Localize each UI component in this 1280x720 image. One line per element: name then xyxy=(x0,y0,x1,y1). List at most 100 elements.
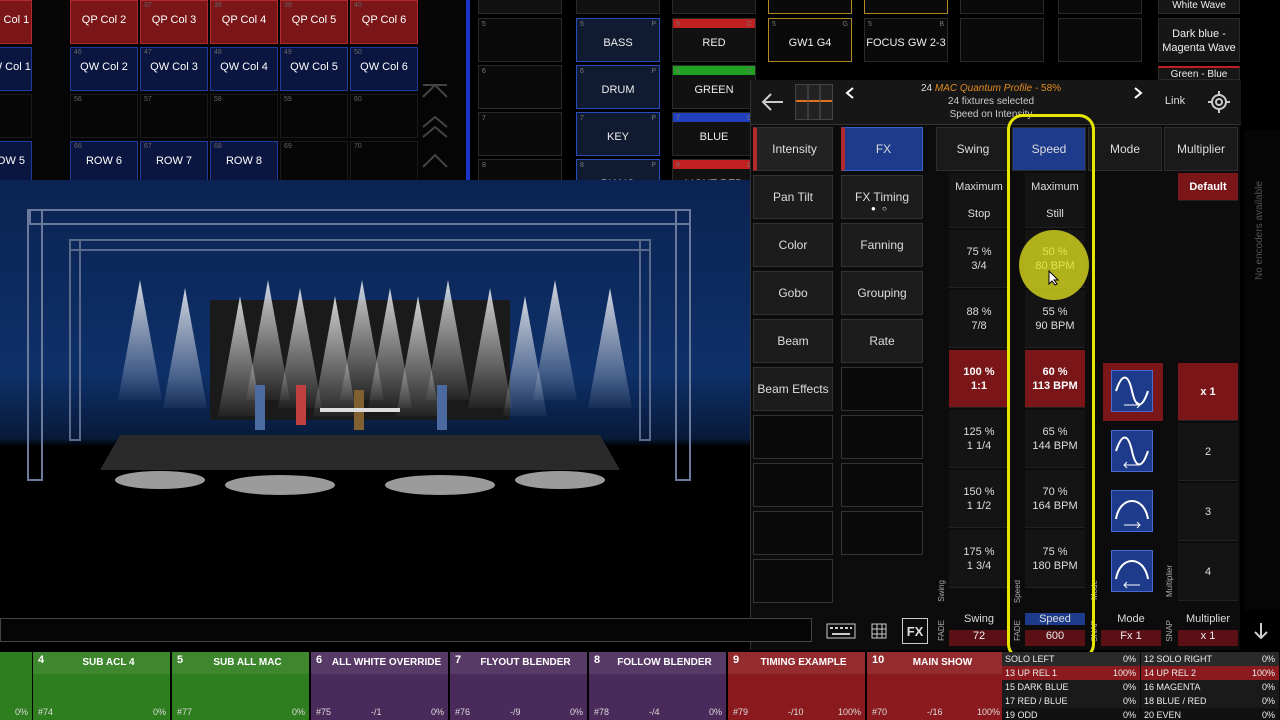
down-arrow-icon[interactable] xyxy=(1250,618,1272,644)
fixture-group-button[interactable]: 59 xyxy=(280,94,348,138)
fixture-group-button[interactable]: 58 xyxy=(210,94,278,138)
empty-button[interactable] xyxy=(753,511,833,555)
slot-partial[interactable] xyxy=(672,0,756,14)
grid-icon[interactable] xyxy=(868,618,890,644)
fixture-group-button[interactable]: QP Col 2 xyxy=(70,0,138,44)
slot-partial[interactable] xyxy=(576,0,660,14)
playback-fader[interactable]: 8 FOLLOW BLENDER #78 -/4 0% xyxy=(589,652,727,720)
empty-button[interactable] xyxy=(841,367,923,411)
slot-empty[interactable] xyxy=(960,0,1044,14)
playback-fader[interactable]: 0% xyxy=(0,652,33,720)
fixture-group-button[interactable]: 37 QP Col 3 xyxy=(140,0,208,44)
chevron-right-icon[interactable] xyxy=(1131,86,1145,100)
fixture-group-button[interactable]: 70 xyxy=(350,141,418,185)
empty-button[interactable] xyxy=(753,463,833,507)
slot-partial[interactable] xyxy=(768,0,852,14)
sub-list-item[interactable]: 19 ODD 0% xyxy=(1002,708,1140,720)
fx-category-color[interactable]: Color xyxy=(753,223,833,267)
fixture-group-button[interactable]: QP Col 1 xyxy=(0,0,32,44)
playback-fader[interactable]: 7 FLYOUT BLENDER #76 -/9 0% xyxy=(450,652,588,720)
fx-option-rate[interactable]: Rate xyxy=(841,319,923,363)
slot-partial[interactable] xyxy=(864,0,948,14)
sub-list-item[interactable]: 20 EVEN 0% xyxy=(1141,708,1279,720)
instrument-button[interactable]: 6 P DRUM xyxy=(576,65,660,109)
playback-fader[interactable]: 9 TIMING EXAMPLE #79 -/10 100% xyxy=(728,652,866,720)
playback-fader[interactable]: 4 SUB ACL 4 #74 0% xyxy=(33,652,171,720)
sub-list-item[interactable]: 17 RED / BLUE 0% xyxy=(1002,694,1140,708)
fixture-group-button[interactable]: 57 xyxy=(140,94,208,138)
playback-fader[interactable]: 5 SUB ALL MAC #77 0% xyxy=(172,652,310,720)
instrument-button[interactable]: 7 P KEY xyxy=(576,112,660,156)
swing-maximum[interactable]: Maximum xyxy=(949,173,1009,201)
column-mode[interactable]: Mode xyxy=(1088,127,1162,171)
fixture-group-button[interactable]: 39 QP Col 5 xyxy=(280,0,348,44)
command-line-input[interactable] xyxy=(0,618,812,642)
wave-preset-button[interactable]: Dark blue - Magenta Wave xyxy=(1158,18,1240,62)
sub-list-item[interactable]: 16 MAGENTA 0% xyxy=(1141,680,1279,694)
mode-arc-forward-icon[interactable] xyxy=(1111,490,1153,532)
empty-slot-button[interactable]: 5 xyxy=(478,18,562,62)
multiplier-option[interactable]: 4 xyxy=(1178,543,1238,601)
footer-value-multiplier[interactable]: x 1 xyxy=(1178,630,1238,646)
fx-category-beam[interactable]: Beam xyxy=(753,319,833,363)
empty-button[interactable] xyxy=(841,511,923,555)
empty-button[interactable] xyxy=(753,415,833,459)
slot-empty[interactable] xyxy=(1058,18,1142,62)
swing-option[interactable]: 100 % 1:1 xyxy=(949,350,1009,408)
sub-list-item[interactable]: 13 UP REL 1 100% xyxy=(1002,666,1140,680)
slot-partial[interactable] xyxy=(478,0,562,14)
empty-button[interactable] xyxy=(753,559,833,603)
multiplier-option[interactable]: 2 xyxy=(1178,423,1238,481)
column-swing[interactable]: Swing xyxy=(936,127,1010,171)
swing-option[interactable]: 75 % 3/4 xyxy=(949,230,1009,288)
multiplier-default[interactable]: Default xyxy=(1178,173,1238,201)
wave-preset-button[interactable]: White Wave xyxy=(1158,0,1240,14)
slot-empty[interactable] xyxy=(960,18,1044,62)
fixture-group-button[interactable]: 56 xyxy=(70,94,138,138)
empty-button[interactable] xyxy=(841,415,923,459)
mode-sine-backward-icon[interactable] xyxy=(1111,430,1153,472)
fixture-group-button[interactable]: 66 ROW 6 xyxy=(70,141,138,185)
footer-value-mode[interactable]: Fx 1 xyxy=(1101,630,1161,646)
fx-category-gobo[interactable]: Gobo xyxy=(753,271,833,315)
mode-arc-backward-icon[interactable] xyxy=(1111,550,1153,592)
fx-category-pan-tilt[interactable]: Pan Tilt xyxy=(753,175,833,219)
fixture-group-button[interactable]: 68 ROW 8 xyxy=(210,141,278,185)
fixture-group-button[interactable]: 40 QP Col 6 xyxy=(350,0,418,44)
fx-toggle-button[interactable]: FX xyxy=(902,618,928,644)
swing-option[interactable]: 125 % 1 1/4 xyxy=(949,410,1009,468)
link-button[interactable]: Link xyxy=(1155,95,1195,107)
group-preset-button[interactable]: 5 B FOCUS GW 2-3 xyxy=(864,18,948,62)
slot-empty[interactable] xyxy=(1058,0,1142,14)
fixture-group-button[interactable]: QW Col 1 xyxy=(0,47,32,91)
column-multiplier[interactable]: Multiplier xyxy=(1164,127,1238,171)
multiplier-option[interactable]: 3 xyxy=(1178,483,1238,541)
chevron-left-icon[interactable] xyxy=(843,86,857,100)
fx-option-grouping[interactable]: Grouping xyxy=(841,271,923,315)
empty-slot-button[interactable]: 7 xyxy=(478,112,562,156)
sub-list-item[interactable]: SOLO LEFT 0% xyxy=(1002,652,1140,666)
mode-sine-forward-icon[interactable] xyxy=(1111,370,1153,412)
fixture-group-button[interactable]: 50 QW Col 6 xyxy=(350,47,418,91)
playback-fader[interactable]: 10 MAIN SHOW #70 -/16 100% xyxy=(867,652,1005,720)
back-arrow-icon[interactable] xyxy=(759,90,787,114)
empty-button[interactable] xyxy=(841,463,923,507)
group-preset-button[interactable]: 5 G GW1 G4 xyxy=(768,18,852,62)
swing-option[interactable]: 150 % 1 1/2 xyxy=(949,470,1009,528)
fixture-group-button[interactable]: 38 QP Col 4 xyxy=(210,0,278,44)
color-preset-button[interactable]: 7CBLUE xyxy=(672,112,756,156)
fx-category-beam-effects[interactable]: Beam Effects xyxy=(753,367,833,411)
fixture-group-button[interactable]: ROW 5 xyxy=(0,141,32,185)
fx-option-fx[interactable]: FX xyxy=(841,127,923,171)
empty-slot-button[interactable]: 6 xyxy=(478,65,562,109)
wave-preset-button[interactable]: Green - Blue xyxy=(1158,66,1240,80)
fx-category-intensity[interactable]: Intensity xyxy=(753,127,833,171)
fixture-group-button[interactable]: 47 QW Col 3 xyxy=(140,47,208,91)
playback-fader[interactable]: 6 ALL WHITE OVERRIDE #75 -/1 0% xyxy=(311,652,449,720)
keyboard-icon[interactable] xyxy=(824,618,858,644)
fixture-group-button[interactable]: 67 ROW 7 xyxy=(140,141,208,185)
swing-option[interactable]: 175 % 1 3/4 xyxy=(949,530,1009,588)
gear-icon[interactable] xyxy=(1207,90,1231,114)
sub-list-item[interactable]: 14 UP REL 2 100% xyxy=(1141,666,1279,680)
double-chevron-up-icon[interactable] xyxy=(420,115,450,139)
